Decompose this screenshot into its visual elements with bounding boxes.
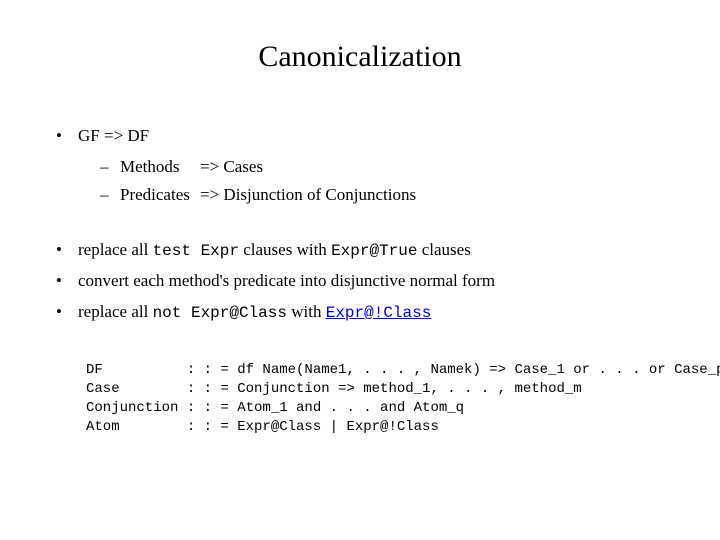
slide-body: GF => DF Methods=> Cases Predicates=> Di…: [50, 124, 670, 437]
text-pre: replace all: [78, 240, 153, 259]
sub-preds-rhs: => Disjunction of Conjunctions: [200, 185, 416, 204]
code-not-expr-class: not Expr@Class: [153, 304, 287, 322]
bullet-convert-text: convert each method's predicate into dis…: [78, 271, 495, 290]
link-expr-not-class[interactable]: Expr@!Class: [326, 304, 432, 322]
sub-bullet-list: Methods=> Cases Predicates=> Disjunction…: [78, 155, 670, 208]
slide-title: Canonicalization: [50, 40, 670, 74]
sub-methods-lhs: Methods: [120, 155, 200, 180]
text-mid2: with: [287, 302, 326, 321]
bullet-gf-df-text: GF => DF: [78, 126, 149, 145]
bullet-list: GF => DF Methods=> Cases Predicates=> Di…: [50, 124, 670, 325]
sub-preds-lhs: Predicates: [120, 183, 200, 208]
text-pre2: replace all: [78, 302, 153, 321]
bullet-convert: convert each method's predicate into dis…: [50, 269, 670, 294]
bullet-replace-not: replace all not Expr@Class with Expr@!Cl…: [50, 300, 670, 325]
code-expr-true: Expr@True: [331, 242, 417, 260]
grammar-block: DF : : = df Name(Name1, . . . , Namek) =…: [86, 361, 670, 437]
bullet-gf-df: GF => DF Methods=> Cases Predicates=> Di…: [50, 124, 670, 208]
sub-methods-rhs: => Cases: [200, 157, 263, 176]
sub-bullet-methods: Methods=> Cases: [100, 155, 670, 180]
slide: Canonicalization GF => DF Methods=> Case…: [0, 0, 720, 540]
text-mid: clauses with: [239, 240, 331, 259]
code-test-expr: test Expr: [153, 242, 239, 260]
sub-bullet-predicates: Predicates=> Disjunction of Conjunctions: [100, 183, 670, 208]
text-post: clauses: [417, 240, 470, 259]
bullet-replace-test: replace all test Expr clauses with Expr@…: [50, 238, 670, 263]
